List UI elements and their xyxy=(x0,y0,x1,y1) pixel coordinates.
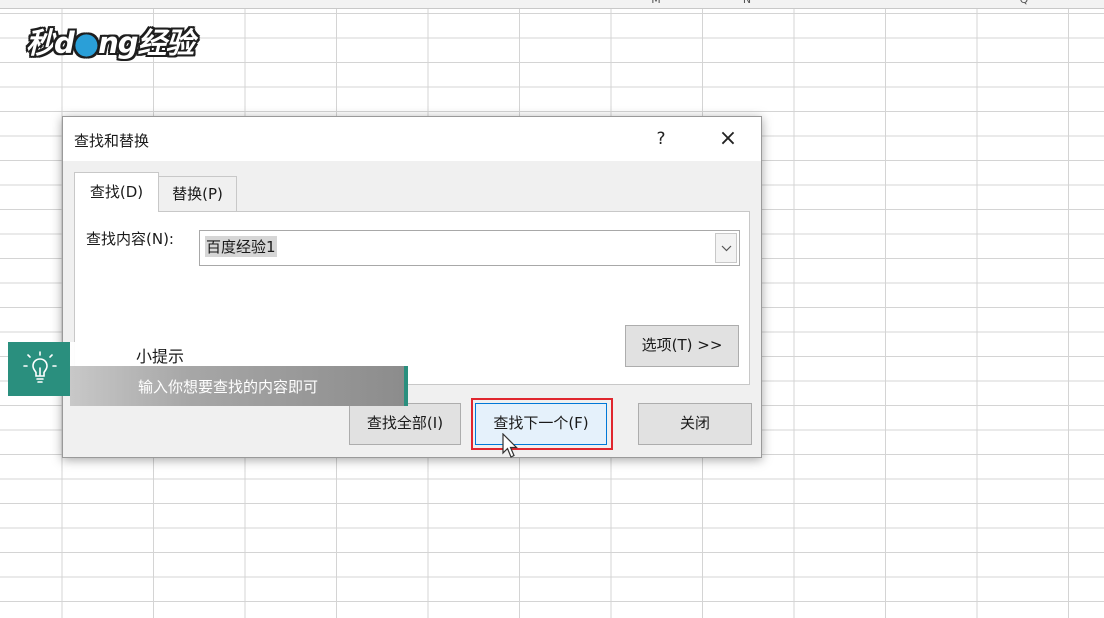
dropdown-button[interactable] xyxy=(715,233,737,263)
find-combobox[interactable]: 百度经验1 xyxy=(199,230,740,266)
close-button[interactable]: 关闭 xyxy=(638,403,752,445)
tab-replace[interactable]: 替换(P) xyxy=(159,176,237,212)
chevron-down-icon xyxy=(721,245,732,252)
lightbulb-icon xyxy=(23,351,57,383)
dialog-title: 查找和替换 xyxy=(74,132,150,150)
tip-title: 小提示 xyxy=(136,347,185,366)
column-header-q[interactable]: Q xyxy=(1014,0,1034,6)
find-next-button[interactable]: 查找下一个(F) xyxy=(475,403,607,445)
tip-title-bar: 小提示 xyxy=(70,342,342,366)
column-header-row: M N Q xyxy=(0,0,1104,9)
tab-find[interactable]: 查找(D) xyxy=(74,172,159,212)
column-header-n[interactable]: N xyxy=(737,0,757,6)
find-all-button[interactable]: 查找全部(I) xyxy=(349,403,461,445)
watermark-logo: 秒d●ng经验 xyxy=(26,26,195,60)
dialog-titlebar: 查找和替换 ? × xyxy=(63,117,761,161)
find-input[interactable]: 百度经验1 xyxy=(205,236,277,257)
help-button[interactable]: ? xyxy=(648,126,674,152)
options-button[interactable]: 选项(T) >> xyxy=(625,325,739,367)
find-replace-dialog: 查找和替换 ? × 查找(D) 替换(P) 查找内容(N): 百度经验1 选项(… xyxy=(62,116,762,458)
tip-badge xyxy=(8,342,70,396)
find-label: 查找内容(N): xyxy=(86,230,174,248)
mouse-cursor-icon xyxy=(502,433,518,458)
close-icon[interactable]: × xyxy=(714,126,742,154)
tip-body-bar: 输入你想要查找的内容即可 xyxy=(70,366,404,406)
tip-body: 输入你想要查找的内容即可 xyxy=(138,378,319,396)
column-header-m[interactable]: M xyxy=(646,0,666,6)
tip-accent-bar xyxy=(404,366,408,406)
